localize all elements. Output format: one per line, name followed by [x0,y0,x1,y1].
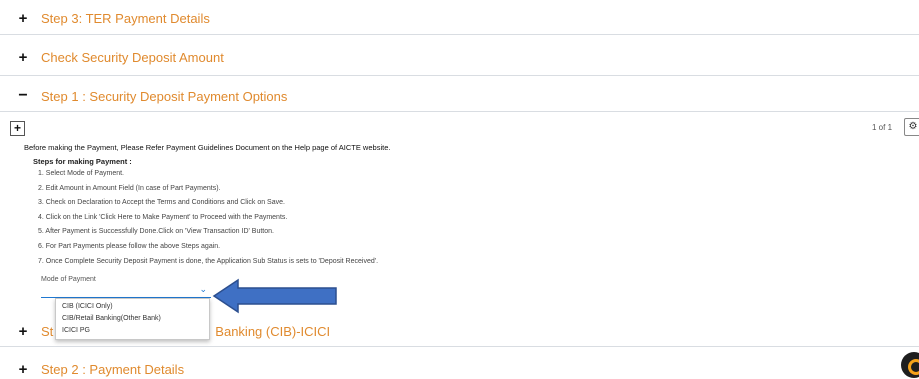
section-step2-header[interactable]: + Step 2 : Payment Details [18,361,184,378]
list-item: 6. For Part Payments please follow the a… [38,242,221,250]
list-item: 5. After Payment is Successfully Done.Cl… [38,228,274,236]
section-cib-title-prefix[interactable]: St [41,324,53,339]
section-step3: + Step 3: TER Payment Details [0,0,919,35]
dropdown-option[interactable]: ICICI PG [56,325,209,337]
intro-text: Before making the Payment, Please Refer … [24,143,391,152]
mode-of-payment-select[interactable]: ⌄ [41,284,211,298]
section-cib-title-suffix[interactable]: Banking (CIB)-ICICI [215,324,330,339]
steps-list: 1. Select Mode of Payment. 2. Edit Amoun… [38,167,378,269]
section-step1-header[interactable]: − Step 1 : Security Deposit Payment Opti… [18,87,287,105]
list-item: 3. Check on Declaration to Accept the Te… [38,199,285,207]
expand-plus-icon[interactable]: + [18,323,28,340]
dropdown-option[interactable]: CIB/Retail Banking(Other Bank) [56,313,209,325]
annotation-arrow-icon [212,278,337,314]
section-security-check: + Check Security Deposit Amount [0,34,919,76]
section-step2: + Step 2 : Payment Details [0,346,919,379]
mode-of-payment-label: Mode of Payment [41,276,96,283]
dropdown-option[interactable]: CIB (ICICI Only) [56,301,209,313]
steps-title: Steps for making Payment : [33,157,132,166]
section-step1-title[interactable]: Step 1 : Security Deposit Payment Option… [41,89,287,104]
expand-plus-icon[interactable]: + [18,49,28,66]
section-security-check-title[interactable]: Check Security Deposit Amount [41,50,224,65]
collapse-minus-icon[interactable]: − [18,87,28,105]
section-step3-header[interactable]: + Step 3: TER Payment Details [18,10,210,27]
expand-all-button[interactable]: + [10,121,25,136]
chevron-down-icon[interactable]: ⌄ [199,284,207,295]
expand-plus-icon[interactable]: + [18,361,28,378]
pager-text: 1 of 1 [872,123,893,132]
section-security-check-header[interactable]: + Check Security Deposit Amount [18,49,224,66]
list-item: 2. Edit Amount in Amount Field (In case … [38,184,221,192]
gear-icon[interactable]: ⚙ [904,118,919,136]
list-item: 7. Once Complete Security Deposit Paymen… [38,257,379,265]
list-item: 1. Select Mode of Payment. [38,170,124,177]
mode-of-payment-dropdown: CIB (ICICI Only) CIB/Retail Banking(Othe… [55,298,210,340]
section-step2-title[interactable]: Step 2 : Payment Details [41,362,184,377]
section-step1: − Step 1 : Security Deposit Payment Opti… [0,75,919,112]
section-step3-title[interactable]: Step 3: TER Payment Details [41,11,210,26]
list-item: 4. Click on the Link 'Click Here to Make… [38,213,288,221]
expand-plus-icon[interactable]: + [18,10,28,27]
